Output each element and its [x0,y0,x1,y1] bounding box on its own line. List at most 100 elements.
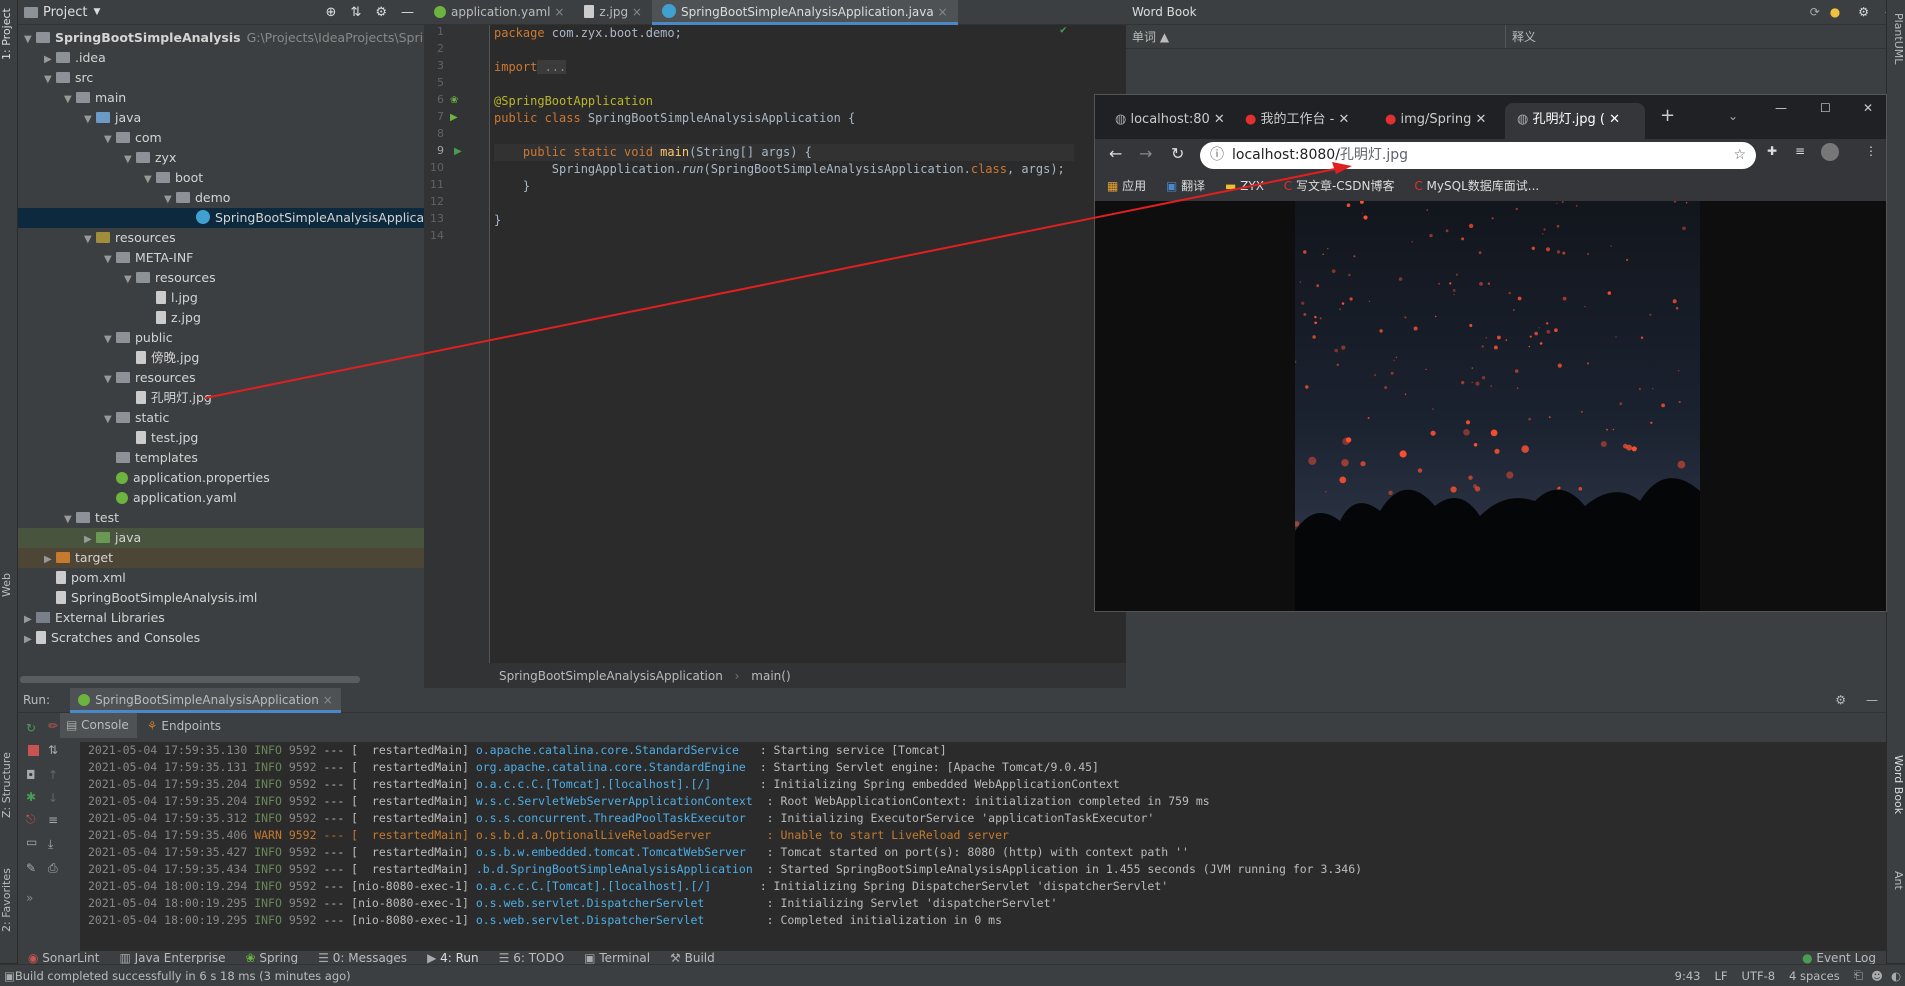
expand-arrow-icon[interactable]: ▼ [84,230,96,250]
tab-terminal[interactable]: ▣ Terminal [584,951,650,965]
lightbulb-icon[interactable]: ● [1830,5,1840,19]
extensions-icon[interactable]: ✚ [1767,144,1777,158]
close-icon[interactable]: × [632,5,642,19]
tab-z-jpg[interactable]: z.jpg × [574,0,652,25]
more-icon[interactable]: » [26,891,33,905]
exit-icon[interactable]: ⎋ [26,812,36,827]
tab-search-icon[interactable]: ⌄ [1728,109,1738,123]
tree-item[interactable]: ▼ com [18,128,424,148]
tab-spring[interactable]: ❀ Spring [246,951,299,965]
new-tab-button[interactable]: + [1660,105,1675,126]
ant-tool-tab[interactable]: Ant [1887,860,1905,900]
run-config-tab[interactable]: SpringBootSimpleAnalysisApplication × [70,687,341,713]
down-icon[interactable]: ↓ [48,791,58,805]
tree-item[interactable]: ▶ .idea [18,48,424,68]
bookmark-translate[interactable]: ▣ 翻译 [1166,179,1205,193]
browser-tab-workspace[interactable]: ● 我的工作台 - ✕ [1233,103,1373,139]
gear-icon[interactable]: ⚙ [1858,5,1869,19]
back-button[interactable]: ← [1109,144,1122,163]
tree-item[interactable]: pom.xml [18,568,424,588]
close-icon[interactable]: ✕ [1609,112,1620,127]
tree-item[interactable]: SpringBootSimpleAnalysisApplication [18,208,448,228]
collapse-all-icon[interactable]: ⇅ [350,5,361,20]
tree-item[interactable]: l.jpg [18,288,424,308]
tree-item[interactable]: ▶ java [18,528,424,548]
tree-item[interactable]: ▼ SpringBootSimpleAnalysis G:\Projects\Ide… [18,28,476,50]
info-icon[interactable]: ⓘ [1210,142,1224,169]
structure-tool-tab[interactable]: Z: Structure [0,745,18,825]
plantuml-tool-tab[interactable]: PlantUML [1887,4,1905,74]
tab-run[interactable]: ▶ 4: Run [427,951,479,965]
close-icon[interactable]: ✕ [1338,112,1349,127]
status-message[interactable]: Build completed successfully in 6 s 18 m… [15,969,351,983]
bookmark-apps[interactable]: ▦ 应用 [1107,179,1146,193]
expand-arrow-icon[interactable]: ▼ [84,110,96,130]
tree-item[interactable]: ▼ java [18,108,424,128]
breadcrumb-class[interactable]: SpringBootSimpleAnalysisApplication [499,669,723,683]
window-close-button[interactable]: ✕ [1863,101,1873,115]
soft-wrap-icon[interactable]: ≡ [48,813,58,827]
tree-item[interactable]: ▼ zyx [18,148,424,168]
pin-icon[interactable]: ✎ [26,861,36,875]
console-output[interactable]: 2021-05-04 17:59:35.130 INFO 9592 --- [ … [80,742,1886,953]
tab-console[interactable]: ▤ Console [58,713,137,738]
tree-item[interactable]: ▼ demo [18,188,424,208]
print-icon[interactable]: ⎙ [48,861,58,876]
word-book-tool-tab[interactable]: Word Book [1887,750,1905,820]
expand-arrow-icon[interactable]: ▼ [64,510,76,530]
expand-arrow-icon[interactable]: ▶ [24,610,36,630]
tree-item[interactable]: ▶ External Libraries [18,608,424,628]
bookmark-zyx[interactable]: ▬ ZYX [1225,179,1264,193]
expand-arrow-icon[interactable]: ▶ [84,530,96,550]
tab-build[interactable]: ⚒ Build [670,951,715,965]
avatar[interactable] [1821,143,1839,161]
tab-application-yaml[interactable]: application.yaml × [424,0,574,25]
tab-todo[interactable]: ☰ 6: TODO [499,951,565,965]
bookmark-csdn[interactable]: C 写文章-CSDN博客 [1284,179,1395,193]
tree-item[interactable]: ▶ Scratches and Consoles [18,628,424,648]
expand-arrow-icon[interactable]: ▼ [104,130,116,150]
tree-item[interactable]: templates [18,448,424,468]
tab-endpoints[interactable]: ⚘ Endpoints [147,719,221,733]
tree-item[interactable]: ▼ resources [18,368,424,388]
hide-icon[interactable]: — [1866,693,1878,707]
file-encoding[interactable]: UTF-8 [1742,969,1776,983]
expand-arrow-icon[interactable]: ▼ [64,90,76,110]
favorites-tool-tab[interactable]: 2: Favorites [0,860,18,940]
close-icon[interactable]: × [938,5,948,19]
browser-tab-active[interactable]: ◍ 孔明灯.jpg ( ✕ [1505,103,1645,139]
line-separator[interactable]: LF [1714,969,1727,983]
tree-item[interactable]: ▼ boot [18,168,424,188]
event-log-button[interactable]: ● Event Log [1802,951,1876,965]
browser-tab-localhost[interactable]: ◍ localhost:80 ✕ [1103,103,1233,139]
refresh-icon[interactable]: ⟳ [1810,5,1820,19]
breadcrumb-method[interactable]: main() [751,669,790,683]
rerun-icon[interactable]: ↻ [26,721,36,735]
expand-arrow-icon[interactable]: ▼ [164,190,176,210]
expand-arrow-icon[interactable]: ▼ [124,150,136,170]
tree-item[interactable]: 傍晚.jpg [18,348,424,368]
tab-sonarlint[interactable]: ◉ SonarLint [28,951,99,965]
stop-icon[interactable] [28,745,39,756]
up-icon[interactable]: ↑ [48,768,58,782]
run-class-gutter-icon[interactable]: ▶ [450,112,458,123]
browser-tab-img[interactable]: ● img/Spring ✕ [1373,103,1503,139]
tab-messages[interactable]: ☰ 0: Messages [318,951,407,965]
tree-item[interactable]: test.jpg [18,428,424,448]
tree-item[interactable]: 孔明灯.jpg [18,388,424,408]
reload-button[interactable]: ↻ [1171,144,1184,163]
menu-icon[interactable]: ⋮ [1865,144,1877,158]
tab-java-enterprise[interactable]: ▥ Java Enterprise [119,951,225,965]
expand-arrow-icon[interactable]: ▼ [24,30,36,50]
tree-item[interactable]: ▼ resources [18,228,424,248]
expand-arrow-icon[interactable]: ▼ [104,370,116,390]
gear-icon[interactable]: ⚙ [375,5,387,20]
expand-arrow-icon[interactable]: ▼ [124,270,136,290]
close-icon[interactable]: ✕ [1214,112,1225,127]
forward-button[interactable]: → [1139,144,1152,163]
minimize-button[interactable]: — [1775,101,1787,115]
lock-icon[interactable]: ⎗ [1854,968,1863,983]
expand-arrow-icon[interactable]: ▶ [24,630,36,650]
project-tool-tab[interactable]: 1: Project [0,4,18,64]
tree-item[interactable]: ▼ public [18,328,424,348]
